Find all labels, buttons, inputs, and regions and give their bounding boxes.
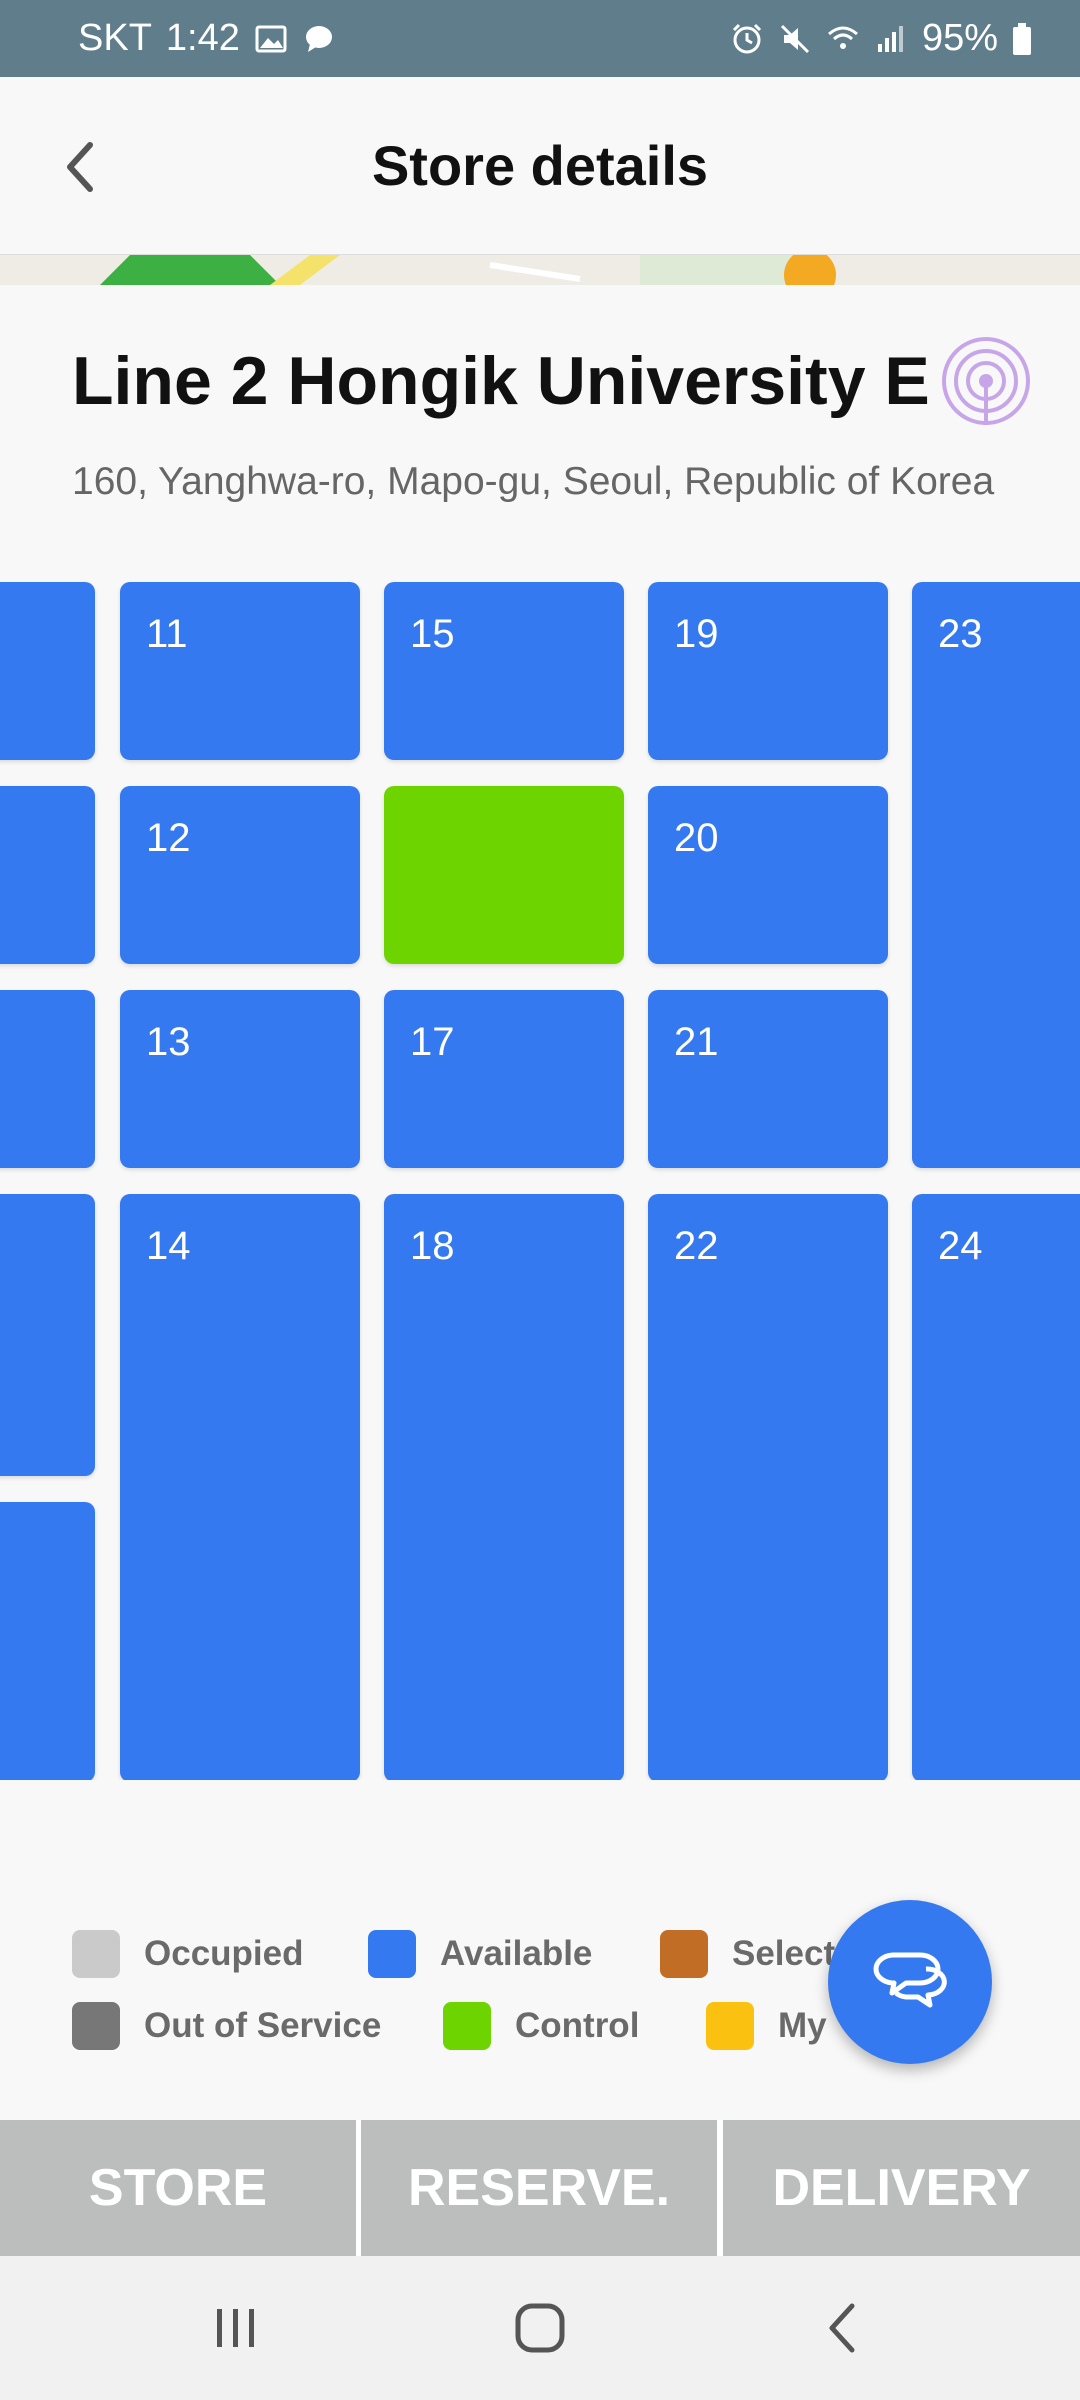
locker-grid: 11 12 13 14 15 17 18 19 20 21 22 23 24 bbox=[0, 580, 1080, 1780]
locker-cell[interactable] bbox=[0, 1194, 95, 1476]
legend-item-available: Available bbox=[368, 1930, 592, 1978]
recent-apps-icon bbox=[217, 2309, 254, 2347]
app-bar: Store details bbox=[0, 77, 1080, 256]
locker-cell[interactable]: 19 bbox=[648, 582, 888, 760]
locker-cell[interactable]: 11 bbox=[120, 582, 360, 760]
mute-icon bbox=[780, 24, 809, 53]
legend-label: Occupied bbox=[144, 1934, 304, 1973]
store-address: 160, Yanghwa-ro, Mapo-gu, Seoul, Republi… bbox=[72, 460, 995, 503]
legend-swatch bbox=[660, 1930, 708, 1978]
locker-cell[interactable]: 17 bbox=[384, 990, 624, 1168]
locker-cell[interactable] bbox=[0, 990, 95, 1168]
legend-swatch bbox=[706, 2002, 754, 2050]
locker-cell[interactable]: 14 bbox=[120, 1194, 360, 1780]
legend-item-select: Select bbox=[660, 1930, 835, 1978]
locker-cell[interactable]: 23 bbox=[912, 582, 1080, 1168]
legend-item-control: Control bbox=[443, 2002, 639, 2050]
legend-swatch bbox=[72, 1930, 120, 1978]
beacon-signal-icon bbox=[942, 337, 1030, 425]
legend-swatch bbox=[368, 1930, 416, 1978]
tab-store[interactable]: STORE bbox=[0, 2120, 356, 2256]
clock: 1:42 bbox=[165, 17, 240, 59]
legend-item-out-of-service: Out of Service bbox=[72, 2002, 381, 2050]
back-arrow-icon bbox=[829, 2303, 855, 2353]
tab-delivery[interactable]: DELIVERY bbox=[723, 2120, 1080, 2256]
wifi-icon bbox=[827, 26, 858, 49]
battery-icon bbox=[1013, 22, 1031, 55]
legend-item-occupied: Occupied bbox=[72, 1930, 303, 1978]
legend-label: Control bbox=[515, 2006, 640, 2045]
map-graphic bbox=[0, 255, 1080, 285]
status-bar: SKT 1:42 95% bbox=[0, 0, 1080, 77]
locker-cell[interactable] bbox=[0, 582, 95, 760]
store-name: Line 2 Hongik University E bbox=[72, 343, 930, 419]
bottom-tab-bar: STORE RESERVE. DELIVERY bbox=[0, 2120, 1080, 2256]
legend-label: Select bbox=[732, 1934, 836, 1973]
system-back-button[interactable] bbox=[802, 2288, 882, 2368]
recent-apps-button[interactable] bbox=[196, 2288, 276, 2368]
image-notification-icon bbox=[255, 25, 287, 52]
chat-button[interactable] bbox=[828, 1900, 992, 2064]
locker-cell[interactable]: 21 bbox=[648, 990, 888, 1168]
chat-bubbles-icon bbox=[873, 1952, 947, 2008]
signal-icon bbox=[877, 25, 903, 52]
system-nav-bar bbox=[0, 2256, 1080, 2400]
legend-label: My bbox=[778, 2006, 827, 2045]
chat-notification-icon bbox=[305, 25, 332, 52]
battery-percent: 95% bbox=[921, 17, 998, 59]
tab-reserve[interactable]: RESERVE. bbox=[361, 2120, 717, 2256]
legend-swatch bbox=[443, 2002, 491, 2050]
locker-cell[interactable]: 20 bbox=[648, 786, 888, 964]
locker-cell[interactable]: 24 bbox=[912, 1194, 1080, 1780]
locker-cell[interactable]: 18 bbox=[384, 1194, 624, 1780]
locker-cell-control[interactable] bbox=[384, 786, 624, 964]
carrier-label: SKT bbox=[78, 17, 152, 59]
locker-cell[interactable] bbox=[0, 1502, 95, 1780]
store-map[interactable] bbox=[0, 255, 1080, 285]
home-icon bbox=[515, 2303, 565, 2353]
locker-cell[interactable]: 13 bbox=[120, 990, 360, 1168]
alarm-icon bbox=[732, 23, 761, 53]
home-button[interactable] bbox=[500, 2288, 580, 2368]
legend-item-my: My bbox=[706, 2002, 827, 2050]
legend-label: Available bbox=[440, 1934, 593, 1973]
legend-label: Out of Service bbox=[144, 2006, 382, 2045]
locker-cell[interactable] bbox=[0, 786, 95, 964]
legend-swatch bbox=[72, 2002, 120, 2050]
locker-cell[interactable]: 12 bbox=[120, 786, 360, 964]
locker-cell[interactable]: 22 bbox=[648, 1194, 888, 1780]
locker-cell[interactable]: 15 bbox=[384, 582, 624, 760]
page-title: Store details bbox=[371, 134, 709, 197]
